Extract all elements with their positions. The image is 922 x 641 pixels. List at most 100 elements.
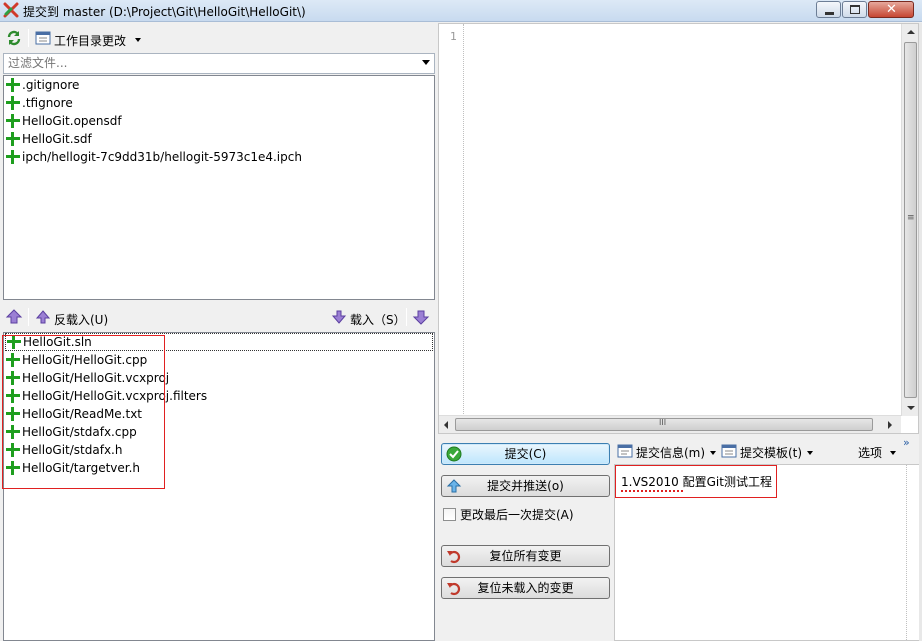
close-icon: ✕ — [886, 2, 897, 17]
diff-viewer[interactable]: 1 — [438, 23, 919, 434]
added-icon — [6, 371, 20, 385]
working-dir-toolbar: 工作目录更改 — [0, 25, 436, 53]
maximize-icon — [850, 5, 860, 14]
file-name: HelloGit.sdf — [22, 132, 92, 146]
line-number: 1 — [450, 30, 457, 43]
refresh-icon[interactable] — [5, 29, 23, 47]
added-icon — [6, 425, 20, 439]
stage-all-icon[interactable] — [412, 308, 430, 326]
check-icon — [446, 446, 462, 462]
list-item[interactable]: HelloGit/targetver.h — [4, 459, 434, 477]
margin-guide — [906, 465, 907, 641]
chevron-down-icon — [135, 38, 141, 42]
stage-label: 载入（S） — [350, 313, 406, 327]
reset-unstaged-label: 复位未载入的变更 — [477, 581, 574, 595]
list-item[interactable]: HelloGit.sdf — [4, 130, 434, 148]
reset-all-button[interactable]: 复位所有变更 — [441, 545, 610, 567]
undo-icon — [447, 550, 461, 564]
message-icon — [617, 444, 633, 458]
commit-template-label: 提交模板(t) — [740, 446, 803, 460]
list-item[interactable]: .gitignore — [4, 76, 434, 94]
added-icon — [6, 96, 20, 110]
file-name: .tfignore — [22, 96, 73, 110]
chevron-down-icon — [890, 451, 896, 455]
scroll-up-icon[interactable] — [907, 30, 915, 34]
added-icon — [6, 114, 20, 128]
file-name: HelloGit.sln — [23, 335, 92, 349]
unstaged-file-list[interactable]: .gitignore .tfignore HelloGit.opensdf He… — [3, 75, 435, 300]
horizontal-scrollbar[interactable] — [439, 415, 901, 433]
maximize-button[interactable] — [842, 1, 867, 18]
list-item[interactable]: HelloGit.sln — [5, 333, 433, 351]
unstage-label: 反载入(U) — [54, 313, 109, 327]
vertical-scrollbar[interactable] — [901, 24, 918, 416]
commit-push-label: 提交并推送(o) — [487, 479, 564, 493]
list-item[interactable]: HelloGit/stdafx.h — [4, 441, 434, 459]
file-filter-combobox[interactable] — [3, 53, 435, 74]
list-item[interactable]: HelloGit.opensdf — [4, 112, 434, 130]
list-item[interactable]: HelloGit/HelloGit.vcxproj — [4, 369, 434, 387]
file-name: HelloGit/ReadMe.txt — [22, 407, 143, 421]
amend-checkbox[interactable] — [443, 508, 456, 521]
file-name: HelloGit/stdafx.h — [22, 443, 123, 457]
list-item[interactable]: HelloGit/ReadMe.txt — [4, 405, 434, 423]
commit-push-button[interactable]: 提交并推送(o) — [441, 475, 610, 497]
list-item[interactable]: HelloGit/HelloGit.vcxproj.filters — [4, 387, 434, 405]
close-button[interactable]: ✕ — [868, 1, 914, 18]
added-icon — [6, 353, 20, 367]
title-bar: 提交到 master (D:\Project\Git\HelloGit\Hell… — [0, 0, 922, 22]
commit-message-textbox[interactable]: 1.VS2010 配置Git测试工程 — [614, 464, 920, 641]
file-name: HelloGit/stdafx.cpp — [22, 425, 137, 439]
left-panel: 工作目录更改 .gitignore .tfignore HelloGit.ope… — [0, 23, 436, 641]
chevron-down-icon — [807, 451, 813, 455]
staged-file-list[interactable]: HelloGit.sln HelloGit/HelloGit.cpp Hello… — [3, 332, 435, 641]
list-item[interactable]: ipch/hellogit-7c9dd31b/hellogit-5973c1e4… — [4, 148, 434, 166]
file-name: ipch/hellogit-7c9dd31b/hellogit-5973c1e4… — [22, 150, 302, 164]
working-dir-label: 工作目录更改 — [54, 34, 127, 48]
window-list-icon — [35, 31, 51, 45]
file-name: HelloGit/HelloGit.cpp — [22, 353, 148, 367]
added-icon — [6, 150, 20, 164]
commit-label: 提交(C) — [504, 447, 547, 461]
toolbar-separator — [28, 29, 29, 47]
chevron-down-icon[interactable] — [422, 60, 430, 65]
list-item[interactable]: HelloGit/stdafx.cpp — [4, 423, 434, 441]
file-name: HelloGit/targetver.h — [22, 461, 141, 475]
stage-toolbar: 反载入(U) 载入（S） — [0, 304, 436, 332]
chevron-down-icon — [710, 451, 716, 455]
options-label: 选项 — [858, 446, 883, 460]
toolbar-separator — [406, 308, 407, 326]
list-item[interactable]: HelloGit/HelloGit.cpp — [4, 351, 434, 369]
toolbar-separator — [28, 308, 29, 326]
added-icon — [6, 389, 20, 403]
scroll-right-icon[interactable] — [888, 421, 892, 429]
arrow-down-icon — [331, 310, 347, 324]
filter-input[interactable] — [4, 54, 414, 72]
added-icon — [6, 78, 20, 92]
line-number-gutter: 1 — [439, 24, 464, 416]
scrollbar-thumb[interactable] — [904, 42, 917, 398]
amend-label[interactable]: 更改最后一次提交(A) — [460, 506, 574, 523]
scroll-left-icon[interactable] — [444, 421, 448, 429]
reset-unstaged-button[interactable]: 复位未载入的变更 — [441, 577, 610, 599]
scrollbar-thumb[interactable] — [455, 418, 873, 431]
commit-button[interactable]: 提交(C) — [441, 443, 610, 465]
window-title: 提交到 master (D:\Project\Git\HelloGit\Hell… — [23, 5, 306, 19]
reset-all-label: 复位所有变更 — [489, 549, 562, 563]
added-icon — [7, 335, 21, 349]
list-item[interactable]: .tfignore — [4, 94, 434, 112]
template-icon — [721, 444, 737, 458]
arrow-up-icon — [35, 310, 51, 324]
unstage-all-icon[interactable] — [5, 308, 23, 326]
highlight-annotation — [615, 465, 777, 498]
file-name: HelloGit.opensdf — [22, 114, 122, 128]
push-icon — [446, 479, 462, 493]
added-icon — [6, 461, 20, 475]
scroll-down-icon[interactable] — [907, 406, 915, 410]
added-icon — [6, 407, 20, 421]
overflow-icon[interactable]: » — [903, 436, 910, 449]
minimize-button[interactable] — [816, 1, 841, 18]
git-extensions-icon — [3, 2, 19, 18]
file-name: HelloGit/HelloGit.vcxproj.filters — [22, 389, 208, 403]
undo-icon — [447, 582, 461, 596]
